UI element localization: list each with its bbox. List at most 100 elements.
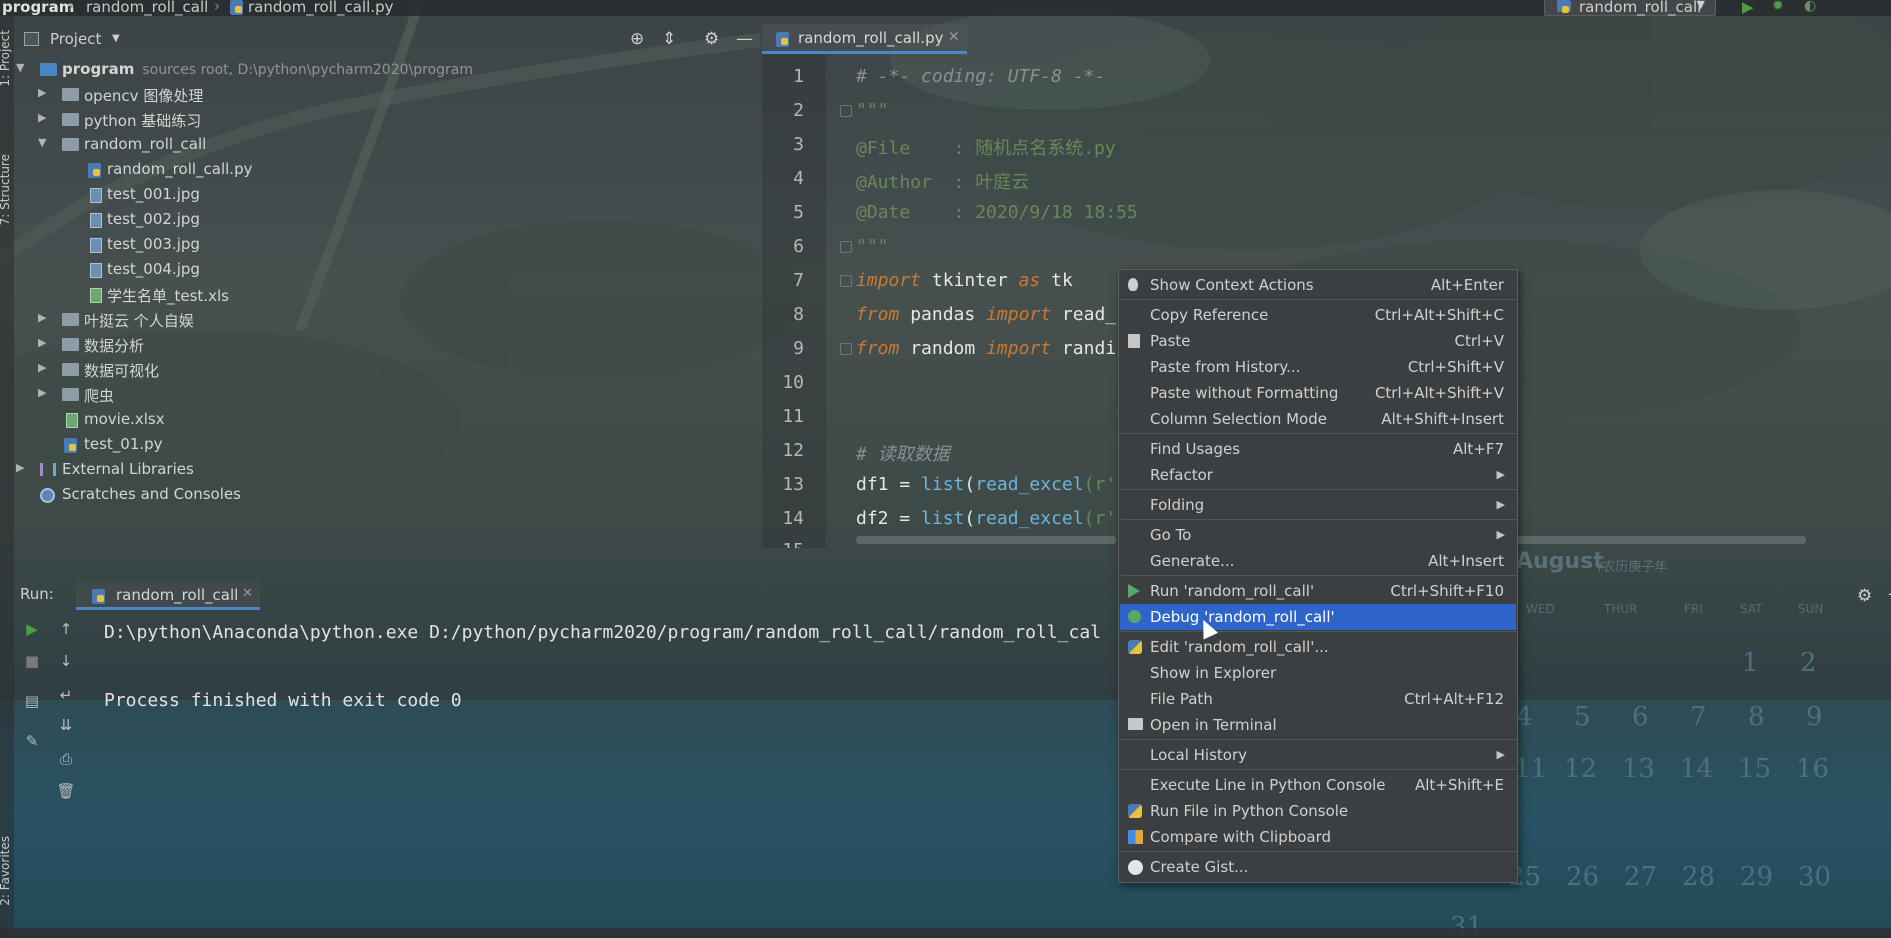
project-panel-title[interactable]: Project	[50, 30, 101, 48]
chevron-right-icon[interactable]: ▶	[38, 336, 46, 349]
menu-item-column-selection-mode[interactable]: Column Selection Mode Alt+Shift+Insert	[1120, 406, 1516, 432]
menu-item-generate[interactable]: Generate... Alt+Insert	[1120, 548, 1516, 574]
code-token: randi	[1051, 338, 1117, 359]
tool-tab-structure[interactable]: 7: Structure	[0, 154, 12, 225]
run-panel-header: Run: random_roll_call ✕ ⚙ —	[14, 582, 1891, 610]
menu-item-shortcut: Ctrl+V	[1454, 332, 1504, 350]
pin-icon[interactable]: ✎	[22, 732, 42, 752]
breadcrumb-folder[interactable]: random_roll_call	[86, 0, 208, 16]
menu-item-show-in-explorer[interactable]: Show in Explorer	[1120, 660, 1516, 686]
debug-icon[interactable]: ✹	[1772, 0, 1784, 14]
breadcrumb-separator: ›	[214, 0, 220, 15]
code-keyword: as	[1018, 270, 1041, 291]
chevron-right-icon[interactable]: ▶	[38, 386, 46, 399]
editor-tab-random-roll-call[interactable]: random_roll_call.py ✕	[762, 24, 967, 54]
fold-marker-icon[interactable]	[840, 275, 852, 287]
image-file-icon	[90, 213, 102, 228]
fold-marker-icon[interactable]	[840, 241, 852, 253]
calendar-date: 4	[1516, 702, 1533, 732]
gear-icon[interactable]: ⚙	[704, 29, 719, 49]
chevron-down-icon[interactable]: ▼	[16, 61, 24, 74]
scroll-to-end-icon[interactable]: ⇊	[56, 716, 76, 736]
line-number: 2	[793, 100, 804, 121]
chevron-down-icon[interactable]: ▼	[38, 136, 46, 149]
chevron-right-icon[interactable]: ▶	[16, 461, 24, 474]
chevron-down-icon[interactable]: ▼	[112, 33, 120, 44]
soft-wrap-icon[interactable]: ↵	[56, 686, 76, 706]
menu-item-folding[interactable]: Folding ▶	[1120, 492, 1516, 518]
chevron-right-icon[interactable]: ▶	[38, 361, 46, 374]
run-configuration-dropdown[interactable]: random_roll_call ▼	[1544, 0, 1716, 16]
locate-icon[interactable]: ⊕	[630, 29, 644, 49]
menu-item-file-path[interactable]: File Path Ctrl+Alt+F12	[1120, 686, 1516, 712]
menu-item-paste-without-formatting[interactable]: Paste without Formatting Ctrl+Alt+Shift+…	[1120, 380, 1516, 406]
tree-item-label: test_004.jpg	[107, 260, 200, 278]
calendar-date: 30	[1798, 862, 1832, 892]
close-icon[interactable]: ✕	[242, 586, 253, 601]
python-file-icon	[230, 0, 243, 15]
tool-tab-favorites[interactable]: 2: Favorites	[0, 836, 12, 906]
menu-item-compare-with-clipboard[interactable]: Compare with Clipboard	[1120, 824, 1516, 850]
calendar-date: 12	[1564, 754, 1598, 784]
gear-icon[interactable]: ⚙	[1857, 586, 1872, 606]
code-line: @File : 随机点名系统.py	[856, 138, 1116, 159]
arrow-up-icon[interactable]: ↑	[56, 620, 76, 640]
menu-item-local-history[interactable]: Local History ▶	[1120, 742, 1516, 768]
run-configuration-label: random_roll_call	[1579, 0, 1702, 16]
menu-item-go-to[interactable]: Go To ▶	[1120, 522, 1516, 548]
arrow-down-icon[interactable]: ↓	[56, 652, 76, 672]
fold-marker-icon[interactable]	[840, 105, 852, 117]
code-line: @Author : 叶庭云	[856, 172, 1030, 193]
breadcrumb-file[interactable]: random_roll_call.py	[248, 0, 393, 16]
run-icon[interactable]: ▶	[1742, 0, 1754, 16]
menu-item-paste-from-history[interactable]: Paste from History... Ctrl+Shift+V	[1120, 354, 1516, 380]
menu-item-create-gist[interactable]: Create Gist...	[1120, 854, 1516, 880]
menu-item-label: File Path	[1150, 690, 1213, 708]
menu-item-shortcut: Alt+Insert	[1428, 552, 1504, 570]
hide-icon[interactable]: —	[736, 29, 753, 49]
layout-icon[interactable]: ▤	[22, 692, 42, 712]
menu-item-run-file-in-console[interactable]: Run File in Python Console	[1120, 798, 1516, 824]
chevron-right-icon[interactable]: ▶	[38, 311, 46, 324]
rerun-icon[interactable]: ▶	[22, 620, 42, 640]
fold-marker-icon[interactable]	[840, 343, 852, 355]
menu-item-paste[interactable]: Paste Ctrl+V	[1120, 328, 1516, 354]
menu-item-run[interactable]: Run 'random_roll_call' Ctrl+Shift+F10	[1120, 578, 1516, 604]
calendar-date: 2	[1800, 648, 1817, 678]
coverage-icon[interactable]: ◐	[1804, 0, 1816, 14]
image-file-icon	[90, 238, 102, 253]
menu-item-label: Edit 'random_roll_call'...	[1150, 638, 1329, 656]
stop-icon[interactable]: ■	[22, 652, 42, 672]
menu-item-open-in-terminal[interactable]: Open in Terminal	[1120, 712, 1516, 738]
menu-item-copy-reference[interactable]: Copy Reference Ctrl+Alt+Shift+C	[1120, 302, 1516, 328]
code-line: from pandas import read_	[856, 304, 1116, 325]
folder-icon	[62, 313, 79, 326]
tool-tab-project[interactable]: 1: Project	[0, 30, 12, 87]
menu-item-shortcut: Alt+Enter	[1430, 276, 1504, 294]
editor-horizontal-scrollbar-thumb[interactable]	[1500, 536, 1806, 544]
calendar-date: 16	[1796, 754, 1830, 784]
menu-item-refactor[interactable]: Refactor ▶	[1120, 462, 1516, 488]
trash-icon[interactable]: 🗑	[56, 782, 76, 802]
run-tab-random-roll-call[interactable]: random_roll_call ✕	[76, 582, 260, 610]
chevron-right-icon[interactable]: ▶	[38, 111, 46, 124]
print-icon[interactable]: ⎙	[56, 750, 76, 770]
menu-item-label: Copy Reference	[1150, 306, 1269, 324]
code-line: """	[856, 100, 889, 121]
menu-item-find-usages[interactable]: Find Usages Alt+F7	[1120, 436, 1516, 462]
breadcrumb-root[interactable]: program	[2, 0, 74, 16]
menu-item-show-context-actions[interactable]: Show Context Actions Alt+Enter	[1120, 272, 1516, 298]
close-icon[interactable]: ✕	[948, 29, 960, 45]
calendar-date: 27	[1624, 862, 1658, 892]
tree-item-label: random_roll_call	[84, 135, 207, 153]
menu-item-execute-line[interactable]: Execute Line in Python Console Alt+Shift…	[1120, 772, 1516, 798]
menu-item-label: Find Usages	[1150, 440, 1241, 458]
code-line: # 读取数据	[856, 444, 950, 465]
collapse-all-icon[interactable]: ⇕	[662, 29, 676, 49]
editor-horizontal-scrollbar[interactable]	[856, 536, 1116, 544]
menu-item-edit-configuration[interactable]: Edit 'random_roll_call'...	[1120, 634, 1516, 660]
submenu-arrow-icon: ▶	[1496, 498, 1505, 511]
clipboard-icon	[1128, 334, 1140, 348]
menu-item-debug[interactable]: Debug 'random_roll_call'	[1120, 604, 1516, 630]
chevron-right-icon[interactable]: ▶	[38, 86, 46, 99]
